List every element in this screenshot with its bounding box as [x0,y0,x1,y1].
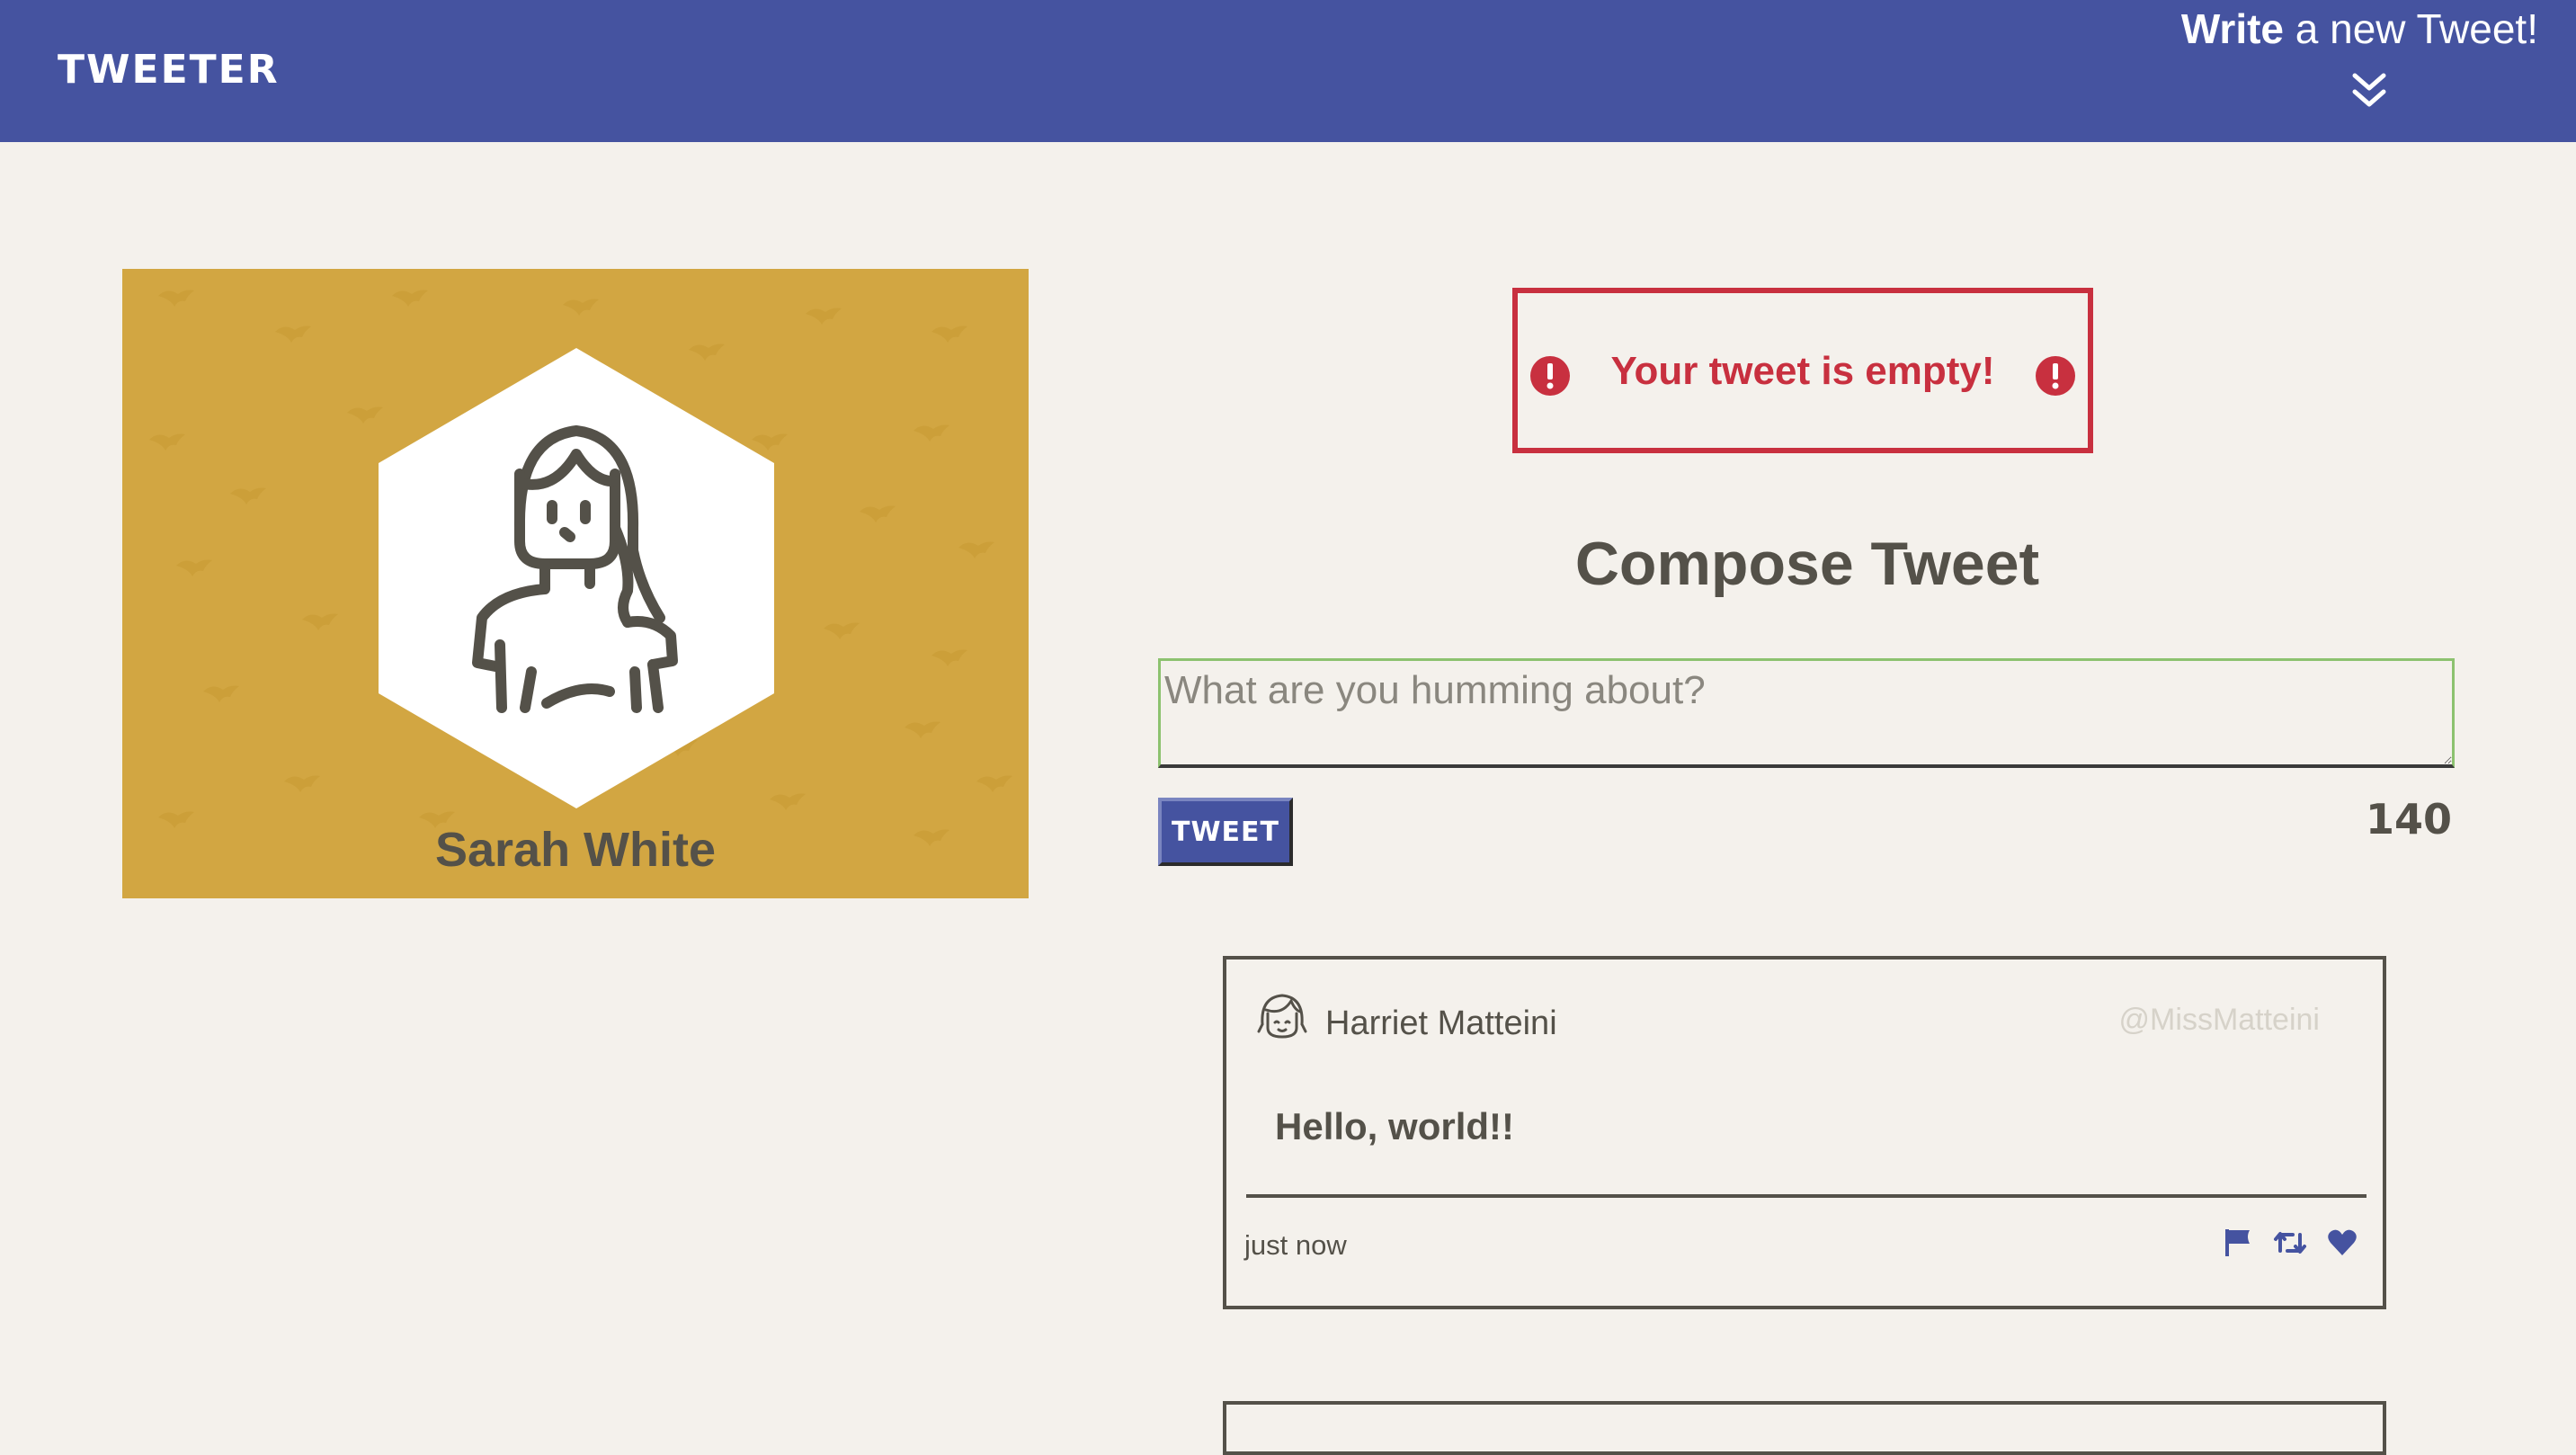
error-message-box: Your tweet is empty! [1512,288,2093,453]
tweet-timestamp: just now [1244,1229,1347,1261]
write-label-rest: a new Tweet! [2284,5,2538,52]
retweet-icon [2274,1232,2306,1254]
profile-name: Sarah White [434,823,717,877]
tweet-author-name: Harriet Matteini [1325,1004,1557,1042]
write-new-tweet-toggle[interactable]: Write a new Tweet! [2161,2,2538,119]
character-counter: 140 [2365,795,2452,844]
tweet-divider [1246,1194,2367,1198]
tweet-submit-button[interactable]: TWEET [1158,798,1293,866]
user-avatar-icon [1257,994,1307,1039]
tweet-author-handle: @MissMatteini [2118,1003,2320,1037]
double-chevron-down-icon[interactable] [2351,70,2387,110]
tweet-input[interactable] [1158,658,2455,768]
tweet-card: Harriet Matteini @MissMatteini Hello, wo… [1223,956,2386,1309]
profile-card: Sarah White [122,269,1029,898]
tweet-card [1223,1401,2386,1455]
heart-icon [2328,1229,2357,1255]
exclamation-circle-icon [2036,356,2075,396]
woman-avatar-icon [379,348,774,808]
brand-logo[interactable]: TWEETER [58,47,280,93]
write-label-strong: Write [2180,5,2284,52]
tweet-actions [2221,1226,2359,1260]
top-nav-bar: TWEETER Write a new Tweet! [0,0,2576,142]
retweet-button[interactable] [2273,1226,2307,1260]
flag-button[interactable] [2221,1226,2255,1260]
write-new-tweet-label: Write a new Tweet! [2161,2,2538,56]
like-button[interactable] [2325,1226,2359,1260]
compose-title: Compose Tweet [1574,530,2040,598]
flag-icon [2225,1229,2250,1256]
error-message: Your tweet is empty! [1610,349,1995,393]
tweet-body: Hello, world!! [1275,1105,1514,1147]
